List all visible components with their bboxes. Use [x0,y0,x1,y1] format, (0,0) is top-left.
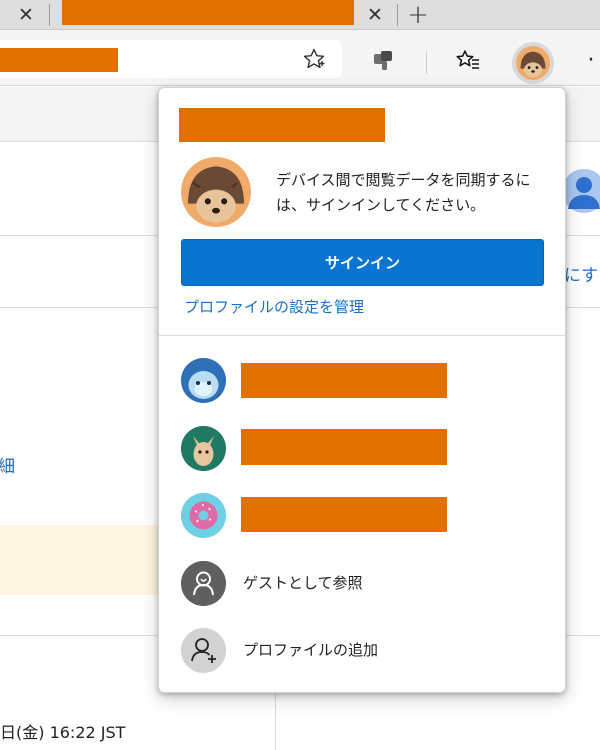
profile-name-redacted [241,497,447,532]
plus-icon: + [407,0,429,30]
sync-message: デバイス間で閲覧データを同期するには、サインインしてください。 [276,171,531,214]
browser-toolbar: · [0,30,600,86]
current-profile-avatar [181,157,251,227]
star-outline-icon [303,48,325,69]
partial-link[interactable]: 細 [0,452,15,477]
donut-avatar-icon [181,493,226,538]
favorites-button[interactable] [452,46,484,74]
add-person-icon [181,628,226,673]
divider [159,335,565,336]
toolbar-divider [426,52,427,74]
profile-item[interactable] [159,353,565,409]
close-active-tab-button[interactable]: ✕ [362,2,388,28]
hedgehog-avatar-icon [516,46,550,80]
profile-item[interactable] [159,488,565,544]
person-avatar-icon [562,169,600,213]
close-icon: ✕ [18,4,34,26]
profile-name-redacted [179,108,385,142]
add-profile-label: プロファイルの追加 [243,641,379,659]
close-tab-button[interactable]: ✕ [13,2,39,28]
add-favorite-button[interactable] [300,46,328,72]
close-icon: ✕ [367,4,383,26]
browse-as-guest-item[interactable]: ゲストとして参照 [159,557,565,611]
tab-separator [397,4,398,26]
guest-icon [181,561,226,606]
add-profile-item[interactable]: プロファイルの追加 [159,624,565,678]
profile-button[interactable] [512,42,554,84]
tab-strip: ✕ ✕ + [0,0,600,30]
fox-avatar-icon [181,426,226,471]
collections-icon [374,51,392,70]
address-text-redacted [0,48,118,72]
hedgehog-avatar-icon [181,157,251,227]
tab-separator [49,4,50,26]
timestamp: 日(金) 16:22 JST [0,723,126,742]
profile-name-redacted [241,429,447,465]
profile-flyout: デバイス間で閲覧データを同期するには、サインインしてください。 サインイン プロ… [158,87,566,693]
address-bar[interactable] [0,40,342,78]
profile-name-redacted [241,363,447,398]
account-avatar[interactable] [562,167,600,215]
notice-banner [0,525,158,595]
favorites-list-icon [456,50,479,69]
column-divider [275,693,276,750]
active-tab-title-redacted[interactable] [62,0,354,25]
guest-label: ゲストとして参照 [243,574,363,592]
more-icon: · [587,47,595,73]
new-tab-button[interactable]: + [405,0,431,30]
manage-profile-settings-link[interactable]: プロファイルの設定を管理 [184,295,364,319]
collections-button[interactable] [366,46,400,74]
sign-in-button[interactable]: サインイン [181,239,544,286]
profile-item[interactable] [159,421,565,477]
yeti-avatar-icon [181,358,226,403]
partial-link[interactable]: にす [564,261,598,286]
more-menu-button[interactable]: · [582,46,600,74]
